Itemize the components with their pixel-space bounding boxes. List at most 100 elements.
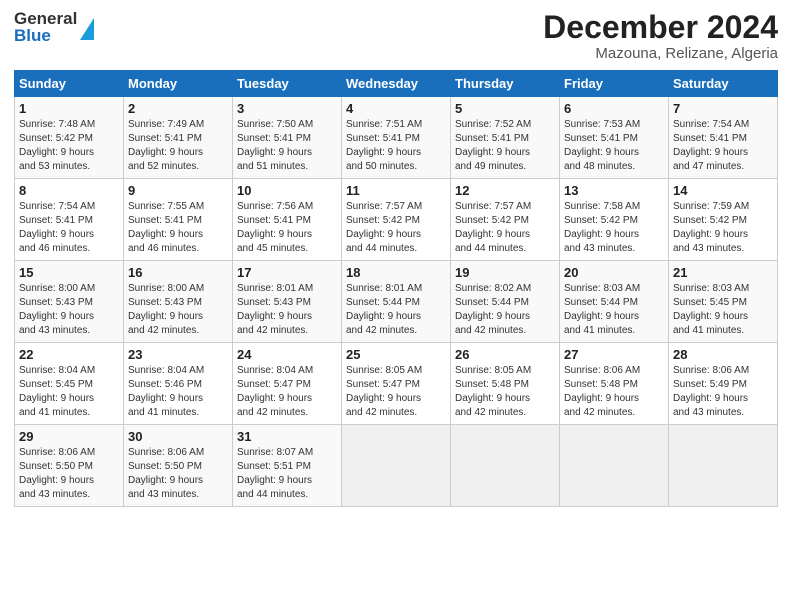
day-number: 30 xyxy=(128,429,228,444)
day-info: Sunrise: 7:56 AMSunset: 5:41 PMDaylight:… xyxy=(237,201,313,254)
col-friday: Friday xyxy=(560,71,669,97)
main-title: December 2024 xyxy=(543,10,778,45)
day-info: Sunrise: 7:58 AMSunset: 5:42 PMDaylight:… xyxy=(564,201,640,254)
calendar-cell: 8 Sunrise: 7:54 AMSunset: 5:41 PMDayligh… xyxy=(15,179,124,261)
calendar-cell: 23 Sunrise: 8:04 AMSunset: 5:46 PMDaylig… xyxy=(124,343,233,425)
day-info: Sunrise: 8:01 AMSunset: 5:43 PMDaylight:… xyxy=(237,283,313,336)
logo-arrow-icon xyxy=(80,18,94,40)
day-info: Sunrise: 7:57 AMSunset: 5:42 PMDaylight:… xyxy=(346,201,422,254)
day-info: Sunrise: 8:06 AMSunset: 5:48 PMDaylight:… xyxy=(564,365,640,418)
calendar-cell xyxy=(342,425,451,507)
day-info: Sunrise: 7:48 AMSunset: 5:42 PMDaylight:… xyxy=(19,119,95,172)
day-number: 13 xyxy=(564,183,664,198)
calendar-week-1: 1 Sunrise: 7:48 AMSunset: 5:42 PMDayligh… xyxy=(15,97,778,179)
calendar-cell: 19 Sunrise: 8:02 AMSunset: 5:44 PMDaylig… xyxy=(451,261,560,343)
subtitle: Mazouna, Relizane, Algeria xyxy=(543,45,778,62)
day-number: 23 xyxy=(128,347,228,362)
day-number: 27 xyxy=(564,347,664,362)
day-number: 22 xyxy=(19,347,119,362)
day-info: Sunrise: 7:50 AMSunset: 5:41 PMDaylight:… xyxy=(237,119,313,172)
logo-text: General Blue xyxy=(14,10,77,44)
day-info: Sunrise: 7:51 AMSunset: 5:41 PMDaylight:… xyxy=(346,119,422,172)
day-info: Sunrise: 8:05 AMSunset: 5:47 PMDaylight:… xyxy=(346,365,422,418)
day-info: Sunrise: 8:06 AMSunset: 5:50 PMDaylight:… xyxy=(128,447,204,500)
day-number: 10 xyxy=(237,183,337,198)
day-info: Sunrise: 8:05 AMSunset: 5:48 PMDaylight:… xyxy=(455,365,531,418)
calendar-cell: 18 Sunrise: 8:01 AMSunset: 5:44 PMDaylig… xyxy=(342,261,451,343)
day-number: 26 xyxy=(455,347,555,362)
day-number: 24 xyxy=(237,347,337,362)
day-number: 16 xyxy=(128,265,228,280)
day-number: 1 xyxy=(19,101,119,116)
day-info: Sunrise: 8:06 AMSunset: 5:50 PMDaylight:… xyxy=(19,447,95,500)
header-row: Sunday Monday Tuesday Wednesday Thursday… xyxy=(15,71,778,97)
calendar-cell: 13 Sunrise: 7:58 AMSunset: 5:42 PMDaylig… xyxy=(560,179,669,261)
day-number: 5 xyxy=(455,101,555,116)
day-info: Sunrise: 8:03 AMSunset: 5:45 PMDaylight:… xyxy=(673,283,749,336)
calendar-cell: 26 Sunrise: 8:05 AMSunset: 5:48 PMDaylig… xyxy=(451,343,560,425)
calendar-cell: 22 Sunrise: 8:04 AMSunset: 5:45 PMDaylig… xyxy=(15,343,124,425)
calendar-cell: 30 Sunrise: 8:06 AMSunset: 5:50 PMDaylig… xyxy=(124,425,233,507)
day-info: Sunrise: 8:00 AMSunset: 5:43 PMDaylight:… xyxy=(19,283,95,336)
day-number: 3 xyxy=(237,101,337,116)
day-number: 18 xyxy=(346,265,446,280)
calendar-cell: 16 Sunrise: 8:00 AMSunset: 5:43 PMDaylig… xyxy=(124,261,233,343)
col-monday: Monday xyxy=(124,71,233,97)
day-info: Sunrise: 8:04 AMSunset: 5:46 PMDaylight:… xyxy=(128,365,204,418)
day-number: 14 xyxy=(673,183,773,198)
col-sunday: Sunday xyxy=(15,71,124,97)
day-number: 17 xyxy=(237,265,337,280)
title-block: December 2024 Mazouna, Relizane, Algeria xyxy=(543,10,778,62)
day-info: Sunrise: 7:53 AMSunset: 5:41 PMDaylight:… xyxy=(564,119,640,172)
calendar-cell: 28 Sunrise: 8:06 AMSunset: 5:49 PMDaylig… xyxy=(669,343,778,425)
calendar-cell: 29 Sunrise: 8:06 AMSunset: 5:50 PMDaylig… xyxy=(15,425,124,507)
calendar-cell: 10 Sunrise: 7:56 AMSunset: 5:41 PMDaylig… xyxy=(233,179,342,261)
day-info: Sunrise: 7:57 AMSunset: 5:42 PMDaylight:… xyxy=(455,201,531,254)
day-info: Sunrise: 7:59 AMSunset: 5:42 PMDaylight:… xyxy=(673,201,749,254)
calendar-cell: 1 Sunrise: 7:48 AMSunset: 5:42 PMDayligh… xyxy=(15,97,124,179)
calendar-week-3: 15 Sunrise: 8:00 AMSunset: 5:43 PMDaylig… xyxy=(15,261,778,343)
calendar-cell: 24 Sunrise: 8:04 AMSunset: 5:47 PMDaylig… xyxy=(233,343,342,425)
day-info: Sunrise: 8:00 AMSunset: 5:43 PMDaylight:… xyxy=(128,283,204,336)
day-number: 7 xyxy=(673,101,773,116)
calendar-table: Sunday Monday Tuesday Wednesday Thursday… xyxy=(14,70,778,507)
calendar-cell: 11 Sunrise: 7:57 AMSunset: 5:42 PMDaylig… xyxy=(342,179,451,261)
day-number: 9 xyxy=(128,183,228,198)
calendar-cell: 14 Sunrise: 7:59 AMSunset: 5:42 PMDaylig… xyxy=(669,179,778,261)
calendar-cell: 12 Sunrise: 7:57 AMSunset: 5:42 PMDaylig… xyxy=(451,179,560,261)
day-info: Sunrise: 8:04 AMSunset: 5:47 PMDaylight:… xyxy=(237,365,313,418)
calendar-cell: 25 Sunrise: 8:05 AMSunset: 5:47 PMDaylig… xyxy=(342,343,451,425)
calendar-cell: 31 Sunrise: 8:07 AMSunset: 5:51 PMDaylig… xyxy=(233,425,342,507)
day-number: 31 xyxy=(237,429,337,444)
calendar-cell: 9 Sunrise: 7:55 AMSunset: 5:41 PMDayligh… xyxy=(124,179,233,261)
day-number: 4 xyxy=(346,101,446,116)
calendar-week-5: 29 Sunrise: 8:06 AMSunset: 5:50 PMDaylig… xyxy=(15,425,778,507)
day-number: 6 xyxy=(564,101,664,116)
day-number: 12 xyxy=(455,183,555,198)
calendar-cell: 5 Sunrise: 7:52 AMSunset: 5:41 PMDayligh… xyxy=(451,97,560,179)
calendar-cell: 15 Sunrise: 8:00 AMSunset: 5:43 PMDaylig… xyxy=(15,261,124,343)
calendar-cell: 4 Sunrise: 7:51 AMSunset: 5:41 PMDayligh… xyxy=(342,97,451,179)
logo: General Blue xyxy=(14,10,94,44)
page-container: General Blue December 2024 Mazouna, Reli… xyxy=(0,0,792,515)
calendar-cell: 17 Sunrise: 8:01 AMSunset: 5:43 PMDaylig… xyxy=(233,261,342,343)
day-info: Sunrise: 7:49 AMSunset: 5:41 PMDaylight:… xyxy=(128,119,204,172)
calendar-cell xyxy=(451,425,560,507)
day-info: Sunrise: 7:54 AMSunset: 5:41 PMDaylight:… xyxy=(19,201,95,254)
calendar-week-2: 8 Sunrise: 7:54 AMSunset: 5:41 PMDayligh… xyxy=(15,179,778,261)
col-wednesday: Wednesday xyxy=(342,71,451,97)
day-number: 2 xyxy=(128,101,228,116)
calendar-week-4: 22 Sunrise: 8:04 AMSunset: 5:45 PMDaylig… xyxy=(15,343,778,425)
calendar-cell xyxy=(669,425,778,507)
calendar-cell: 21 Sunrise: 8:03 AMSunset: 5:45 PMDaylig… xyxy=(669,261,778,343)
calendar-cell: 3 Sunrise: 7:50 AMSunset: 5:41 PMDayligh… xyxy=(233,97,342,179)
day-number: 19 xyxy=(455,265,555,280)
day-info: Sunrise: 8:03 AMSunset: 5:44 PMDaylight:… xyxy=(564,283,640,336)
col-tuesday: Tuesday xyxy=(233,71,342,97)
day-number: 20 xyxy=(564,265,664,280)
day-info: Sunrise: 7:54 AMSunset: 5:41 PMDaylight:… xyxy=(673,119,749,172)
col-thursday: Thursday xyxy=(451,71,560,97)
day-info: Sunrise: 7:55 AMSunset: 5:41 PMDaylight:… xyxy=(128,201,204,254)
day-number: 25 xyxy=(346,347,446,362)
day-number: 8 xyxy=(19,183,119,198)
